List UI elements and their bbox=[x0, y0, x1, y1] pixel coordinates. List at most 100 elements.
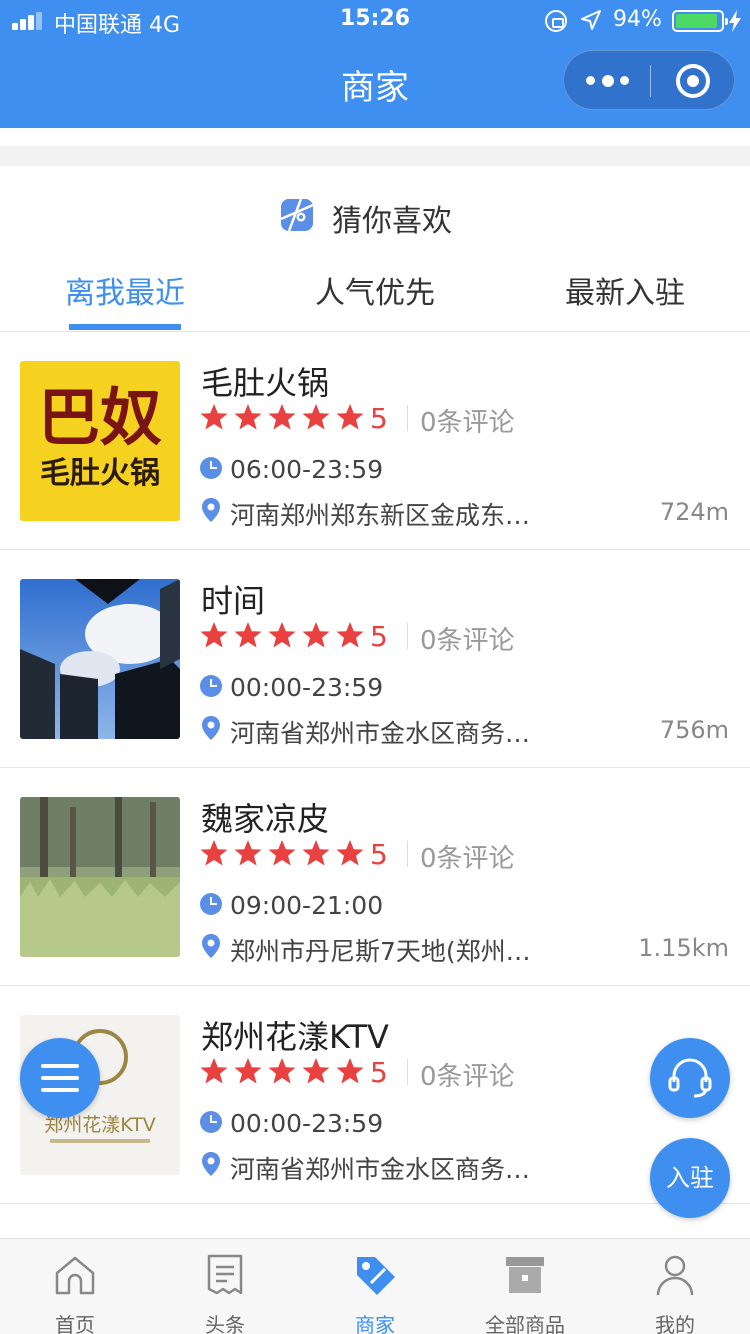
merchant-distance: 724m bbox=[659, 498, 729, 526]
rating-stars bbox=[199, 838, 369, 868]
battery-icon bbox=[672, 10, 728, 32]
star-icon bbox=[200, 622, 228, 648]
clock-icon bbox=[200, 893, 222, 915]
merchant-address: 河南省郑州市金水区商务… bbox=[230, 1155, 531, 1184]
tab-newest[interactable]: 最新入驻 bbox=[500, 268, 750, 312]
merchant-logo: 巴奴 毛肚火锅 bbox=[20, 361, 180, 521]
merchant-item[interactable]: 魏家凉皮 5 0条评论 09:00-21:00 郑州市丹尼斯7天地(郑州… 1.… bbox=[0, 768, 750, 986]
merchant-name: 毛肚火锅 bbox=[201, 364, 330, 402]
star-icon bbox=[268, 622, 296, 648]
star-icon bbox=[302, 404, 330, 430]
clock-icon bbox=[200, 675, 222, 697]
location-arrow-icon bbox=[581, 10, 601, 30]
home-icon bbox=[55, 1256, 95, 1295]
location-pin-icon bbox=[202, 1152, 220, 1176]
headset-icon bbox=[668, 1058, 712, 1098]
location-pin-icon bbox=[202, 716, 220, 740]
merchant-item[interactable]: 时间 5 0条评论 00:00-23:59 河南省郑州市金水区商务… 756m bbox=[0, 550, 750, 768]
star-icon bbox=[200, 840, 228, 866]
business-hours: 06:00-23:59 bbox=[230, 455, 384, 484]
business-hours: 00:00-23:59 bbox=[230, 673, 384, 702]
star-icon bbox=[234, 1058, 262, 1084]
star-icon bbox=[268, 404, 296, 430]
clock-icon bbox=[200, 1111, 222, 1133]
star-icon bbox=[200, 404, 228, 430]
box-icon bbox=[506, 1257, 544, 1293]
section-header: 猜你喜欢 bbox=[0, 190, 750, 240]
svg-text:巴奴: 巴奴 bbox=[38, 381, 162, 454]
nav-label: 首页 bbox=[55, 1313, 95, 1334]
tab-popular[interactable]: 人气优先 bbox=[250, 268, 500, 312]
clock-icon bbox=[200, 457, 222, 479]
merchant-distance: 756m bbox=[659, 716, 729, 744]
merchant-address: 河南省郑州市金水区商务… bbox=[230, 719, 531, 748]
merchant-distance: 1.15km bbox=[638, 934, 729, 962]
review-count: 0条评论 bbox=[420, 1062, 515, 1092]
hotpot-logo: 巴奴 毛肚火锅 bbox=[20, 361, 180, 521]
review-count: 0条评论 bbox=[420, 844, 515, 874]
star-icon bbox=[268, 1058, 296, 1084]
nav-label: 全部商品 bbox=[485, 1313, 565, 1334]
merchant-name: 魏家凉皮 bbox=[201, 800, 330, 838]
star-icon bbox=[336, 404, 364, 430]
nav-news[interactable]: 头条 bbox=[150, 1239, 300, 1334]
bottom-tab-bar: 首页 头条 商家 全部商品 我的 bbox=[0, 1238, 750, 1334]
star-icon bbox=[336, 1058, 364, 1084]
star-icon bbox=[234, 622, 262, 648]
review-count: 0条评论 bbox=[420, 626, 515, 656]
divider-strip bbox=[0, 146, 750, 166]
merchant-address: 河南郑州郑东新区金成东… bbox=[230, 501, 531, 530]
star-icon bbox=[200, 1058, 228, 1084]
merchant-tag-icon bbox=[357, 1257, 395, 1295]
nav-merchants[interactable]: 商家 bbox=[300, 1239, 450, 1334]
star-icon bbox=[302, 1058, 330, 1084]
nav-label: 头条 bbox=[205, 1313, 245, 1334]
location-pin-icon bbox=[202, 498, 220, 522]
business-hours: 09:00-21:00 bbox=[230, 891, 384, 920]
nav-profile[interactable]: 我的 bbox=[600, 1239, 750, 1334]
star-icon bbox=[234, 840, 262, 866]
nav-label: 我的 bbox=[655, 1313, 695, 1334]
status-bar: 中国联通 4G 15:26 94% bbox=[0, 0, 750, 42]
tab-nearest[interactable]: 离我最近 bbox=[0, 268, 250, 312]
tab-indicator bbox=[69, 324, 181, 330]
rating-score: 5 bbox=[370, 1056, 388, 1089]
menu-button[interactable] bbox=[20, 1038, 100, 1118]
battery-percent: 94% bbox=[613, 7, 662, 32]
rating-stars bbox=[199, 620, 369, 650]
close-program-icon[interactable] bbox=[676, 64, 710, 98]
more-icon[interactable] bbox=[586, 75, 632, 87]
rating-score: 5 bbox=[370, 620, 388, 653]
merchant-item[interactable]: 郑州花漾KTV 郑州花漾KTV 5 0条评论 00:00-23:59 河南省郑州… bbox=[0, 986, 750, 1204]
charging-icon bbox=[729, 10, 741, 32]
app-header: 中国联通 4G 15:26 94% 商家 bbox=[0, 0, 750, 128]
rating-stars bbox=[199, 402, 369, 432]
rating-score: 5 bbox=[370, 838, 388, 871]
join-button[interactable]: 入驻 bbox=[650, 1138, 730, 1218]
star-icon bbox=[302, 840, 330, 866]
user-icon bbox=[656, 1255, 694, 1296]
star-icon bbox=[268, 840, 296, 866]
svg-text:毛肚火锅: 毛肚火锅 bbox=[40, 456, 160, 491]
merchant-photo bbox=[20, 797, 180, 957]
star-icon bbox=[234, 404, 262, 430]
business-hours: 00:00-23:59 bbox=[230, 1109, 384, 1138]
rating-score: 5 bbox=[370, 402, 388, 435]
merchant-name: 时间 bbox=[201, 582, 266, 620]
nav-home[interactable]: 首页 bbox=[0, 1239, 150, 1334]
star-icon bbox=[302, 622, 330, 648]
map-icon bbox=[281, 199, 313, 231]
review-count: 0条评论 bbox=[420, 408, 515, 438]
star-icon bbox=[336, 622, 364, 648]
nav-label: 商家 bbox=[355, 1313, 395, 1334]
merchant-photo bbox=[20, 579, 180, 739]
star-icon bbox=[336, 840, 364, 866]
merchant-address: 郑州市丹尼斯7天地(郑州… bbox=[230, 937, 531, 966]
rating-stars bbox=[199, 1056, 369, 1086]
nav-all-products[interactable]: 全部商品 bbox=[450, 1239, 600, 1334]
customer-service-button[interactable] bbox=[650, 1038, 730, 1118]
news-icon bbox=[207, 1254, 243, 1295]
merchant-item[interactable]: 巴奴 毛肚火锅 毛肚火锅 5 0条评论 06:00-23:59 河南郑州郑东新区… bbox=[0, 332, 750, 550]
location-pin-icon bbox=[202, 934, 220, 958]
sort-tabs: 离我最近 人气优先 最新入驻 bbox=[0, 250, 750, 332]
